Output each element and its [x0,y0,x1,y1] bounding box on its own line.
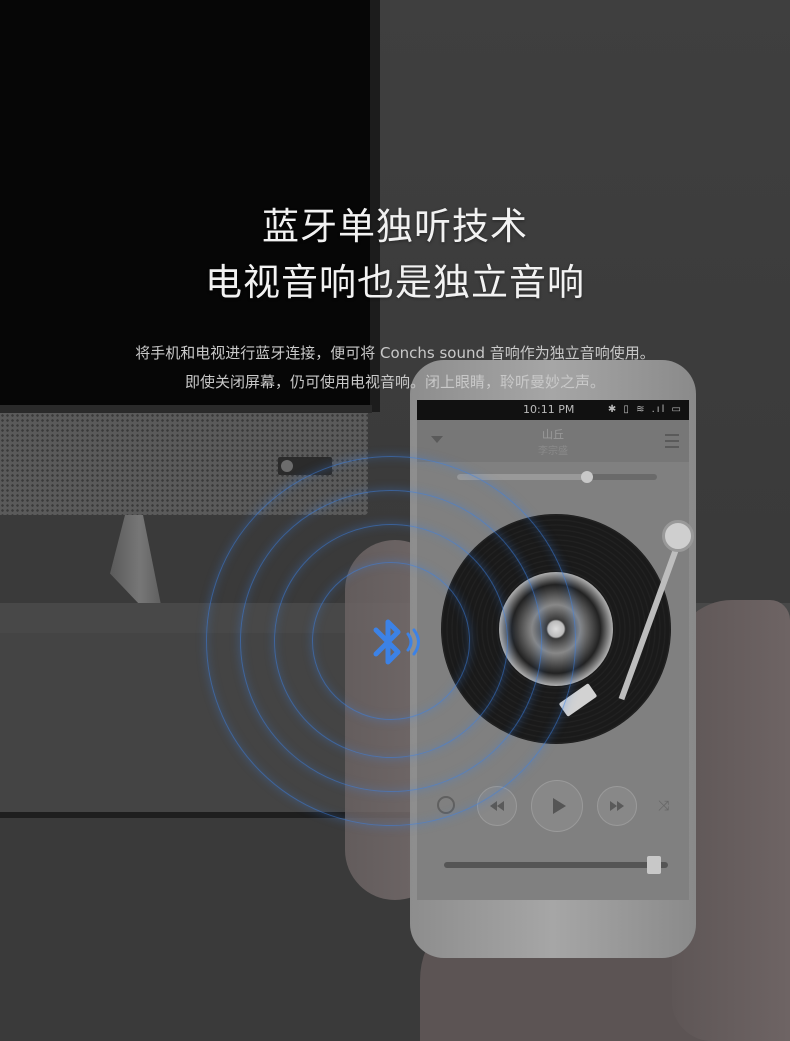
next-button[interactable] [597,786,637,826]
next-icon [610,801,617,811]
volume-slider[interactable] [444,856,668,874]
headline-line-2: 电视音响也是独立音响 [205,261,585,304]
tonearm-base [662,520,694,552]
phone-status-bar: 10:11 PM ✱ ▯ ≋ .ıl ▭ [417,400,689,420]
previous-icon [490,801,497,811]
status-icons: ✱ ▯ ≋ .ıl ▭ [607,404,683,415]
playback-progress-knob[interactable] [581,471,593,483]
song-title: 山丘 [542,428,564,441]
shuffle-icon[interactable]: ⤨ [658,798,669,814]
play-icon [552,798,566,814]
tv-stand [110,515,161,605]
previous-icon-part [497,801,504,811]
description-line-1: 将手机和电视进行蓝牙连接，便可将 Conchs sound 音响作为独立音响使用… [135,344,655,362]
tv-bezel [0,405,372,413]
next-icon-part [617,801,624,811]
player-header: 山丘 李宗盛 [417,420,689,462]
headline-line-1: 蓝牙单独听技术 [262,205,528,248]
status-time: 10:11 PM [523,403,575,416]
product-banner: 10:11 PM ✱ ▯ ≋ .ıl ▭ 山丘 李宗盛 ⤨ 蓝牙单独听技术 电视… [0,0,790,1041]
play-button[interactable] [531,780,583,832]
song-artist: 李宗盛 [538,446,568,457]
bluetooth-icon [373,619,420,665]
playback-progress-bar[interactable] [457,471,657,483]
volume-knob[interactable] [647,856,662,874]
list-icon[interactable] [665,434,679,448]
description-line-2: 即使关闭屏幕，仍可使用电视音响。闭上眼睛，聆听曼妙之声。 [184,373,605,391]
